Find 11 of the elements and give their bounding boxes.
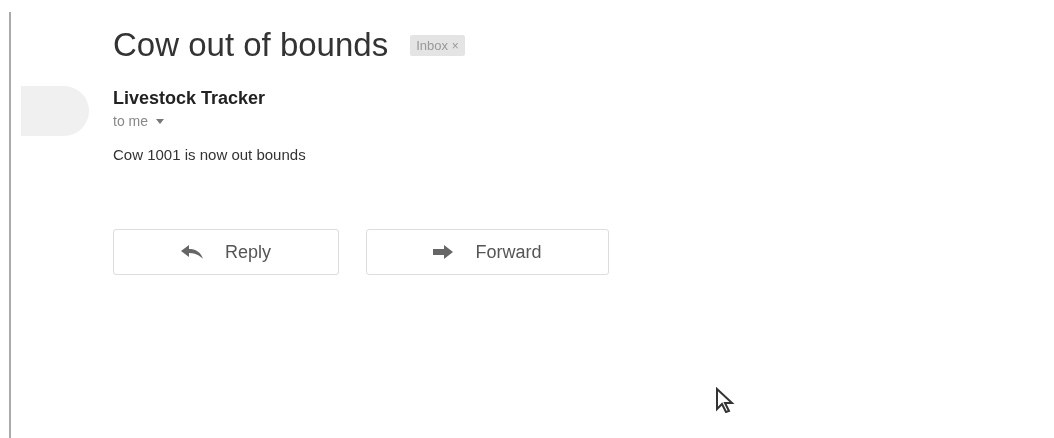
- forward-arrow-icon: [433, 245, 454, 259]
- recipient-dropdown[interactable]: to me: [113, 113, 164, 129]
- forward-button[interactable]: Forward: [366, 229, 609, 275]
- caret-icon: [156, 118, 164, 124]
- sender-name: Livestock Tracker: [113, 88, 267, 109]
- email-subject: Cow out of bounds: [113, 26, 389, 64]
- message-body: Cow 1001 is now out bounds: [113, 146, 307, 163]
- reply-arrow-icon: [181, 245, 203, 259]
- mouse-cursor-icon: [715, 387, 735, 413]
- reply-button[interactable]: Reply: [113, 229, 339, 275]
- inbox-label: Inbox ×: [410, 34, 465, 56]
